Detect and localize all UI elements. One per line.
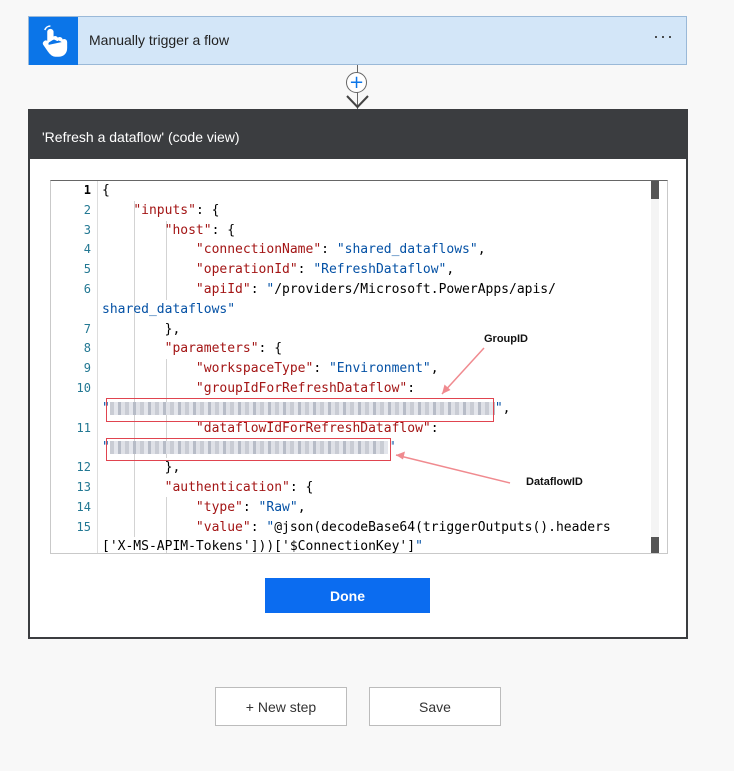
dataflow-id-annotation: DataflowID [526, 476, 583, 488]
code-line: 6 "apiId": "/providers/Microsoft.PowerAp… [51, 280, 667, 300]
code-line: 3 "host": { [51, 221, 667, 241]
code-line: shared_dataflows" [51, 300, 667, 320]
code-text: "operationId": "RefreshDataflow", [195, 262, 455, 278]
code-line: 10 "groupIdForRefreshDataflow": [51, 379, 667, 399]
code-text: "inputs": { [133, 202, 220, 218]
line-number: 9 [83, 361, 91, 376]
arrow-down-icon [346, 95, 369, 109]
code-text: "host": { [164, 222, 236, 238]
line-number: 8 [83, 341, 91, 356]
hand-tap-icon [29, 17, 78, 65]
line-number: 4 [83, 242, 91, 257]
line-number: 11 [76, 420, 91, 435]
code-text: "groupIdForRefreshDataflow": [195, 380, 416, 396]
trigger-card[interactable]: Manually trigger a flow ··· [28, 16, 687, 65]
line-number: 7 [83, 321, 91, 336]
code-text: "authentication": { [164, 479, 314, 495]
line-number: 12 [76, 460, 91, 475]
code-line: 1{ [51, 181, 667, 201]
line-number: 10 [76, 380, 91, 395]
code-content: 1{2 "inputs": {3 "host": {4 "connectionN… [51, 181, 667, 554]
code-text: "workspaceType": "Environment", [195, 361, 439, 377]
save-button[interactable]: Save [369, 687, 501, 726]
code-text: ['X-MS-APIM-Tokens']))['$ConnectionKey']… [102, 539, 423, 554]
action-card-title: 'Refresh a dataflow' (code view) [30, 111, 686, 159]
dataflow-id-highlight [106, 438, 391, 461]
line-number: 2 [83, 202, 91, 217]
code-text: "value": "@json(decodeBase64(triggerOutp… [195, 519, 611, 535]
code-line: 5 "operationId": "RefreshDataflow", [51, 260, 667, 280]
code-text: }, [102, 321, 181, 337]
action-card: 'Refresh a dataflow' (code view) 1{2 "in… [28, 109, 688, 639]
code-line: 4 "connectionName": "shared_dataflows", [51, 240, 667, 260]
code-line: ['X-MS-APIM-Tokens']))['$ConnectionKey']… [51, 537, 667, 554]
line-number: 3 [83, 222, 91, 237]
line-number: 14 [76, 499, 91, 514]
group-id-annotation: GroupID [484, 333, 528, 345]
code-text: "parameters": { [164, 341, 283, 357]
code-text: "apiId": "/providers/Microsoft.PowerApps… [195, 281, 556, 297]
line-number: 13 [76, 479, 91, 494]
code-line: 2 "inputs": { [51, 201, 667, 221]
more-options-icon[interactable]: ··· [653, 26, 674, 47]
line-number: 6 [83, 281, 91, 296]
scrollbar-thumb-top[interactable] [651, 181, 659, 199]
code-line: 12 }, [51, 458, 667, 478]
insert-step-button[interactable]: + [346, 72, 367, 93]
line-number: 5 [83, 262, 91, 277]
code-text: "type": "Raw", [195, 499, 306, 515]
line-number: 1 [83, 183, 91, 197]
code-line: 15 "value": "@json(decodeBase64(triggerO… [51, 518, 667, 538]
code-text: "connectionName": "shared_dataflows", [195, 242, 486, 258]
trigger-title: Manually trigger a flow [89, 32, 230, 48]
new-step-button[interactable]: + New step [215, 687, 347, 726]
code-line: 7 }, [51, 320, 667, 340]
code-editor[interactable]: 1{2 "inputs": {3 "host": {4 "connectionN… [50, 180, 668, 554]
code-line: 14 "type": "Raw", [51, 498, 667, 518]
done-button[interactable]: Done [265, 578, 430, 613]
code-text: { [102, 183, 110, 198]
group-id-highlight [106, 398, 494, 422]
scrollbar-thumb-bottom[interactable] [651, 537, 659, 553]
line-number: 15 [76, 519, 91, 534]
code-line: 8 "parameters": { [51, 339, 667, 359]
code-text: shared_dataflows" [102, 301, 236, 317]
code-line: 9 "workspaceType": "Environment", [51, 359, 667, 379]
code-text: }, [102, 460, 181, 476]
editor-scrollbar[interactable] [651, 181, 659, 553]
